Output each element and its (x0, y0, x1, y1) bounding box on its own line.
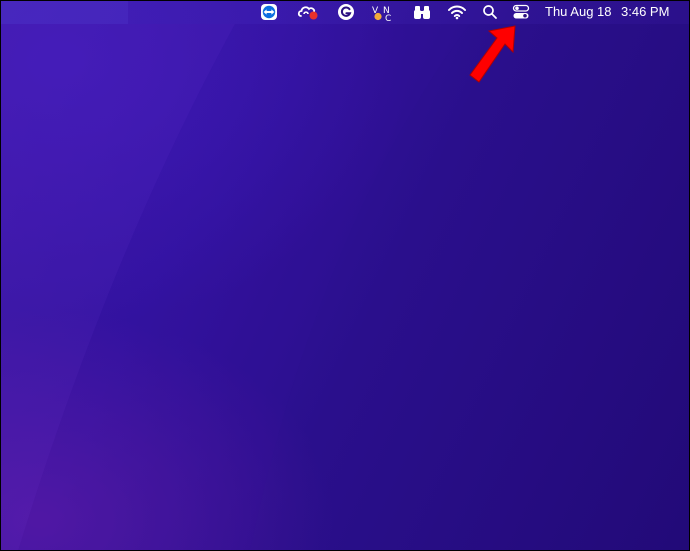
menu-bar: V N C Thu Aug 18 3:46 PM (0, 0, 690, 24)
menu-bar-left-area (0, 0, 128, 24)
creative-cloud-icon[interactable] (296, 2, 320, 22)
search-icon[interactable] (480, 2, 500, 22)
control-center-icon[interactable] (511, 2, 531, 22)
desktop-background (0, 0, 690, 551)
wifi-icon[interactable] (447, 2, 467, 22)
vnc-icon[interactable]: V N C (371, 2, 395, 22)
teamviewer-icon[interactable] (259, 2, 279, 22)
menu-bar-time[interactable]: 3:46 PM (621, 4, 669, 20)
menu-bar-date[interactable]: Thu Aug 18 (545, 4, 612, 20)
binoculars-icon[interactable] (412, 2, 432, 22)
grammarly-icon[interactable] (336, 2, 356, 22)
svg-text:C: C (385, 14, 391, 22)
